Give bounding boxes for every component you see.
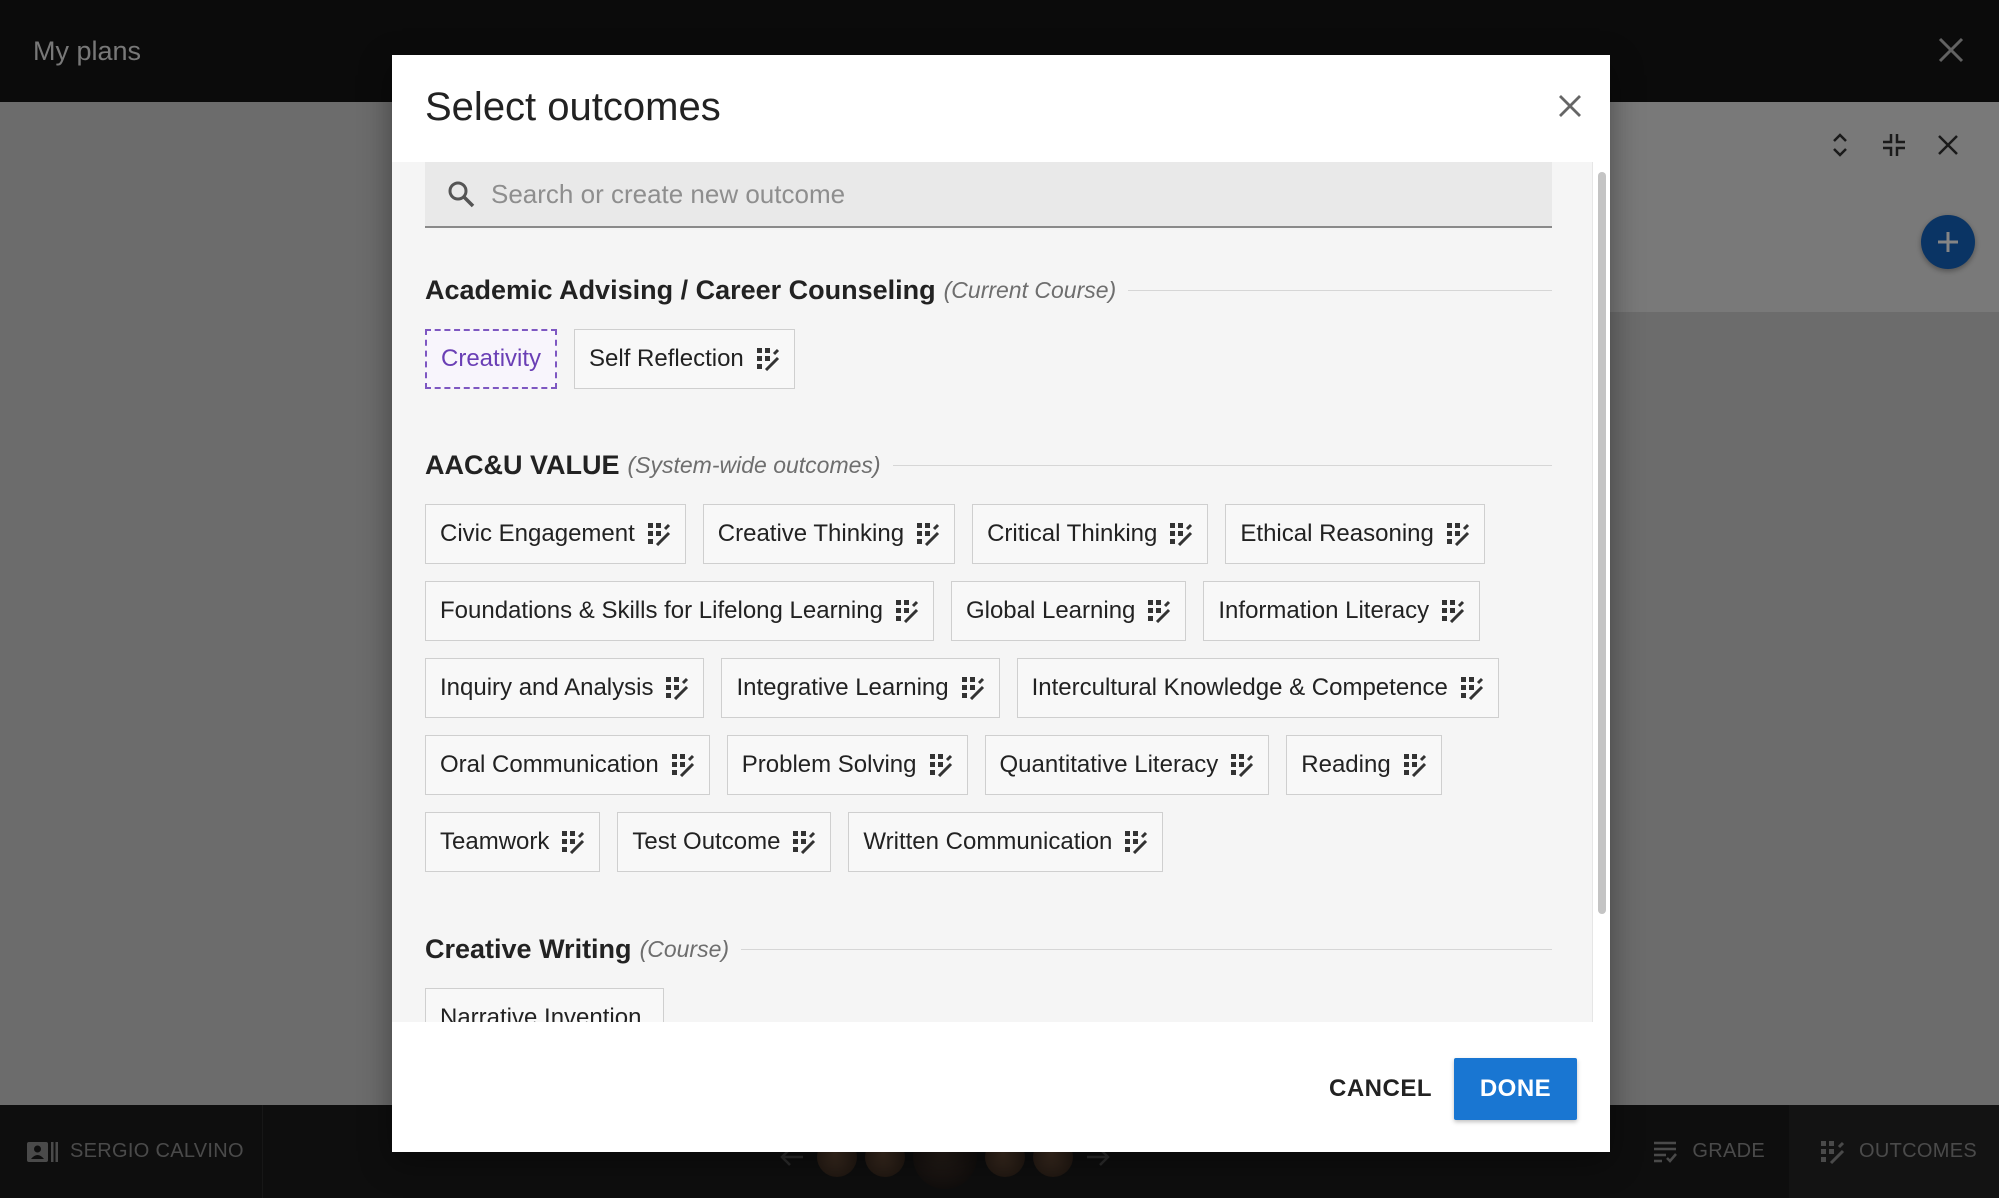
outcome-chip[interactable]: Information Literacy: [1203, 581, 1481, 641]
outcome-chip[interactable]: Teamwork: [425, 812, 601, 872]
outcome-chip[interactable]: Creative Thinking: [702, 504, 956, 564]
outcome-chip[interactable]: Critical Thinking: [972, 504, 1209, 564]
done-button[interactable]: DONE: [1454, 1058, 1577, 1120]
outcome-chip[interactable]: Written Communication: [848, 812, 1164, 872]
cancel-button[interactable]: CANCEL: [1317, 1058, 1444, 1120]
search-icon: [448, 181, 475, 208]
section-title: Academic Advising / Career Counseling: [425, 275, 936, 305]
rubric-icon: [929, 754, 952, 777]
outcome-chip[interactable]: Ethical Reasoning: [1225, 504, 1485, 564]
section-subtitle: (Current Course): [943, 277, 1117, 303]
search-input[interactable]: [491, 178, 1491, 210]
section-subtitle: (System-wide outcomes): [627, 452, 881, 478]
rubric-icon: [671, 754, 694, 777]
rubric-icon: [961, 677, 984, 700]
rubric-icon: [1446, 523, 1469, 546]
outcome-chip[interactable]: Test Outcome: [617, 812, 832, 872]
outcomes-list[interactable]: Academic Advising / Career Counseling (C…: [392, 162, 1592, 1022]
section-header: AAC&U VALUE (System-wide outcomes): [425, 450, 1552, 481]
search-bar: [425, 162, 1552, 228]
outcome-chip[interactable]: Global Learning: [950, 581, 1187, 641]
scrollbar-thumb[interactable]: [1598, 172, 1606, 914]
section-header: Creative Writing (Course): [425, 934, 1552, 965]
rubric-icon: [1125, 831, 1148, 854]
outcome-group: Creativity Self Reflection: [425, 329, 1565, 406]
section-header: Academic Advising / Career Counseling (C…: [425, 275, 1552, 306]
rubric-icon: [562, 831, 585, 854]
outcome-group: Civic Engagement Creative Thinking Criti…: [425, 504, 1565, 889]
outcome-chip[interactable]: Intercultural Knowledge & Competence: [1016, 658, 1499, 718]
divider: [741, 949, 1552, 950]
dialog-footer: CANCEL DONE: [392, 1022, 1610, 1152]
outcome-chip[interactable]: Reading: [1286, 735, 1442, 795]
scrollbar[interactable]: [1592, 162, 1610, 1022]
outcome-chip[interactable]: Foundations & Skills for Lifelong Learni…: [425, 581, 934, 641]
section-title: Creative Writing: [425, 934, 632, 964]
outcome-chip[interactable]: Problem Solving: [726, 735, 968, 795]
outcome-chip[interactable]: Integrative Learning: [721, 658, 1000, 718]
rubric-icon: [1170, 523, 1193, 546]
rubric-icon: [647, 523, 670, 546]
rubric-icon: [1460, 677, 1483, 700]
section-title: AAC&U VALUE: [425, 450, 620, 480]
rubric-icon: [1403, 754, 1426, 777]
outcome-chip-selected[interactable]: Creativity: [425, 329, 558, 389]
outcome-chip[interactable]: Self Reflection: [574, 329, 795, 389]
outcome-chip[interactable]: Narrative Invention: [425, 988, 665, 1022]
rubric-icon: [1442, 600, 1465, 623]
rubric-icon: [895, 600, 918, 623]
outcome-chip[interactable]: Civic Engagement: [425, 504, 686, 564]
outcome-chip[interactable]: Inquiry and Analysis: [425, 658, 705, 718]
rubric-icon: [756, 348, 779, 371]
outcome-chip[interactable]: Oral Communication: [425, 735, 710, 795]
divider: [892, 465, 1552, 466]
rubric-icon: [1148, 600, 1171, 623]
rubric-icon: [666, 677, 689, 700]
section-subtitle: (Course): [639, 936, 730, 962]
rubric-icon: [1231, 754, 1254, 777]
dialog-title: Select outcomes: [425, 85, 721, 129]
divider: [1128, 290, 1552, 291]
outcome-group: Narrative Invention: [425, 988, 1565, 1022]
select-outcomes-dialog: Select outcomes Academic Advising / Care…: [392, 55, 1610, 1152]
outcome-chip[interactable]: Quantitative Literacy: [984, 735, 1270, 795]
rubric-icon: [793, 831, 816, 854]
dialog-close-icon[interactable]: [1552, 88, 1588, 124]
rubric-icon: [917, 523, 940, 546]
